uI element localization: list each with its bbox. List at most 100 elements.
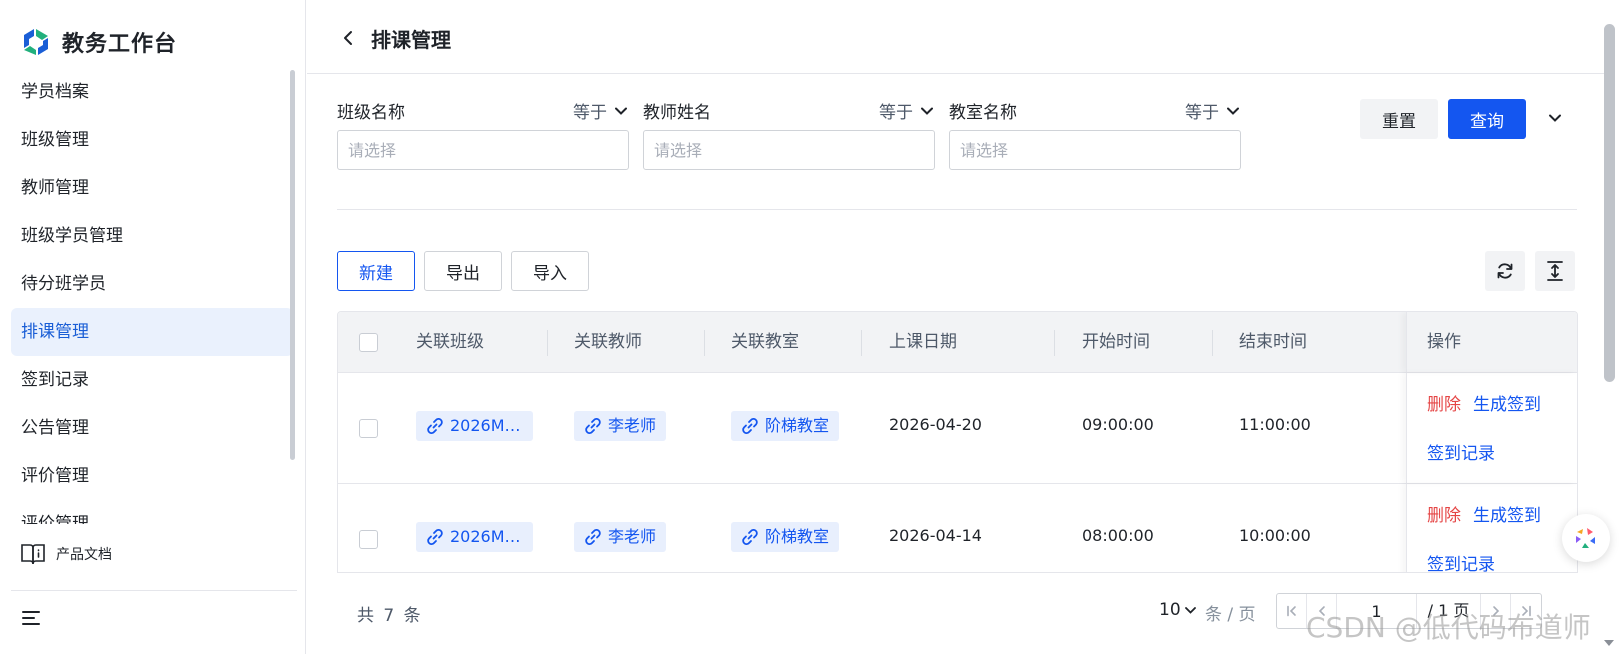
sidebar-item-teacher-management[interactable]: 教师管理 xyxy=(11,164,293,212)
sidebar-item-scheduling[interactable]: 排课管理 xyxy=(11,308,293,356)
first-page-button[interactable] xyxy=(1277,594,1307,628)
teacher-name-select[interactable] xyxy=(643,130,935,170)
column-resizer[interactable] xyxy=(1212,330,1213,356)
end-time-cell: 10:00:00 xyxy=(1239,526,1311,545)
product-docs-link[interactable]: 产品文档 xyxy=(20,541,112,567)
app-title: 教务工作台 xyxy=(62,32,178,57)
menu-collapse-icon[interactable] xyxy=(20,608,42,628)
column-header-teacher: 关联教师 xyxy=(574,332,642,352)
page-size-value: 10 xyxy=(1159,600,1181,620)
per-page-label: 条 / 页 xyxy=(1205,605,1256,625)
sidebar: 教务工作台 学员档案 班级管理 教师管理 班级学员管理 待分班学员 排课管理 签… xyxy=(0,0,306,654)
checkin-records-link[interactable]: 签到记录 xyxy=(1427,439,1495,464)
class-link-tag[interactable]: 2026M… xyxy=(416,522,533,552)
brand: 教务工作台 xyxy=(20,26,177,58)
table-header: 关联班级 关联教师 关联教室 上课日期 开始时间 结束时间 操作 xyxy=(338,312,1577,373)
class-date-cell: 2026-04-20 xyxy=(889,415,982,434)
reset-button[interactable]: 重置 xyxy=(1360,99,1438,139)
page-title: 排课管理 xyxy=(371,28,451,52)
column-resizer[interactable] xyxy=(1054,330,1055,356)
filter-label: 班级名称 xyxy=(337,103,405,123)
column-resizer[interactable] xyxy=(547,330,548,356)
row-checkbox[interactable] xyxy=(359,530,378,549)
sidebar-item-announcements[interactable]: 公告管理 xyxy=(11,404,293,452)
chevron-down-icon xyxy=(615,107,627,115)
select-all-checkbox[interactable] xyxy=(359,333,378,352)
room-name-select[interactable] xyxy=(949,130,1241,170)
class-link-label: 2026M… xyxy=(450,527,521,546)
row-height-button[interactable] xyxy=(1535,251,1575,291)
class-link-tag[interactable]: 2026M… xyxy=(416,411,533,441)
column-header-class: 关联班级 xyxy=(416,332,484,352)
teacher-link-tag[interactable]: 李老师 xyxy=(574,522,667,552)
query-button[interactable]: 查询 xyxy=(1448,99,1526,139)
refresh-icon xyxy=(1497,263,1513,279)
first-page-icon xyxy=(1286,605,1296,617)
assistant-logo-icon xyxy=(1576,528,1595,548)
page-header: 排课管理 xyxy=(307,0,1607,74)
sidebar-item-class-student-management[interactable]: 班级学员管理 xyxy=(11,212,293,260)
delete-link[interactable]: 删除 xyxy=(1427,501,1461,526)
start-time-cell: 09:00:00 xyxy=(1082,415,1154,434)
class-link-label: 2026M… xyxy=(450,416,521,435)
row-operations: 删除 生成签到 签到记录 xyxy=(1406,484,1577,572)
column-resizer[interactable] xyxy=(704,330,705,356)
column-header-operations: 操作 xyxy=(1427,332,1461,352)
table-row: 2026M… 李老师 阶梯教室 2026-04-20 09:00:00 11:0… xyxy=(338,373,1577,484)
sidebar-item-unassigned-students[interactable]: 待分班学员 xyxy=(11,260,293,308)
room-link-tag[interactable]: 阶梯教室 xyxy=(731,411,840,441)
row-checkbox[interactable] xyxy=(359,419,378,438)
page-scrollbar[interactable] xyxy=(1604,24,1615,382)
sidebar-item-evaluations-2[interactable]: 评价管理 xyxy=(11,500,293,524)
page-size-select[interactable]: 10 xyxy=(1159,600,1196,620)
teacher-link-tag[interactable]: 李老师 xyxy=(574,411,667,441)
column-header-start-time: 开始时间 xyxy=(1082,332,1150,352)
watermark: CSDN @低代码布道师 xyxy=(1306,611,1591,644)
sidebar-item-student-records[interactable]: 学员档案 xyxy=(11,68,293,116)
column-header-date: 上课日期 xyxy=(889,332,957,352)
start-time-cell: 08:00:00 xyxy=(1082,526,1154,545)
filter-operator-select[interactable]: 等于 xyxy=(1185,98,1239,123)
link-icon xyxy=(742,529,758,545)
back-arrow-icon[interactable] xyxy=(341,28,355,48)
ai-assistant-button[interactable] xyxy=(1562,514,1610,562)
link-icon xyxy=(585,418,601,434)
sidebar-item-evaluations[interactable]: 评价管理 xyxy=(11,452,293,500)
sidebar-item-checkin-records[interactable]: 签到记录 xyxy=(11,356,293,404)
filter-operator-label: 等于 xyxy=(573,103,607,123)
import-button[interactable]: 导入 xyxy=(511,251,589,291)
delete-link[interactable]: 删除 xyxy=(1427,390,1461,415)
export-button[interactable]: 导出 xyxy=(424,251,502,291)
link-icon xyxy=(427,529,443,545)
filter-operator-select[interactable]: 等于 xyxy=(879,98,933,123)
generate-checkin-link[interactable]: 生成签到 xyxy=(1473,390,1541,415)
teacher-link-label: 李老师 xyxy=(608,416,657,435)
total-count: 共 7 条 xyxy=(357,606,423,626)
scroll-down-arrow-icon[interactable] xyxy=(1604,640,1614,646)
sidebar-item-class-management[interactable]: 班级管理 xyxy=(11,116,293,164)
expand-filters-chevron-icon[interactable] xyxy=(1547,110,1563,126)
book-icon xyxy=(21,544,45,565)
row-operations: 删除 生成签到 签到记录 xyxy=(1406,373,1577,483)
filter-operator-label: 等于 xyxy=(879,103,913,123)
room-link-tag[interactable]: 阶梯教室 xyxy=(731,522,840,552)
table-row: 2026M… 李老师 阶梯教室 2026-04-14 08:00:00 10:0… xyxy=(338,484,1577,572)
teacher-link-label: 李老师 xyxy=(608,527,657,546)
end-time-cell: 11:00:00 xyxy=(1239,415,1311,434)
column-header-room: 关联教室 xyxy=(731,332,799,352)
link-icon xyxy=(585,529,601,545)
sidebar-scrollbar[interactable] xyxy=(290,70,295,460)
filter-operator-select[interactable]: 等于 xyxy=(573,98,627,123)
row-height-icon xyxy=(1547,261,1563,281)
operations-column-header: 操作 xyxy=(1406,312,1577,372)
room-link-label: 阶梯教室 xyxy=(765,527,830,546)
new-button[interactable]: 新建 xyxy=(337,251,415,291)
link-icon xyxy=(427,418,443,434)
generate-checkin-link[interactable]: 生成签到 xyxy=(1473,501,1541,526)
refresh-button[interactable] xyxy=(1485,251,1525,291)
product-docs-label: 产品文档 xyxy=(56,547,112,563)
link-icon xyxy=(742,418,758,434)
column-resizer[interactable] xyxy=(861,330,862,356)
checkin-records-link[interactable]: 签到记录 xyxy=(1427,550,1495,572)
class-name-select[interactable] xyxy=(337,130,629,170)
